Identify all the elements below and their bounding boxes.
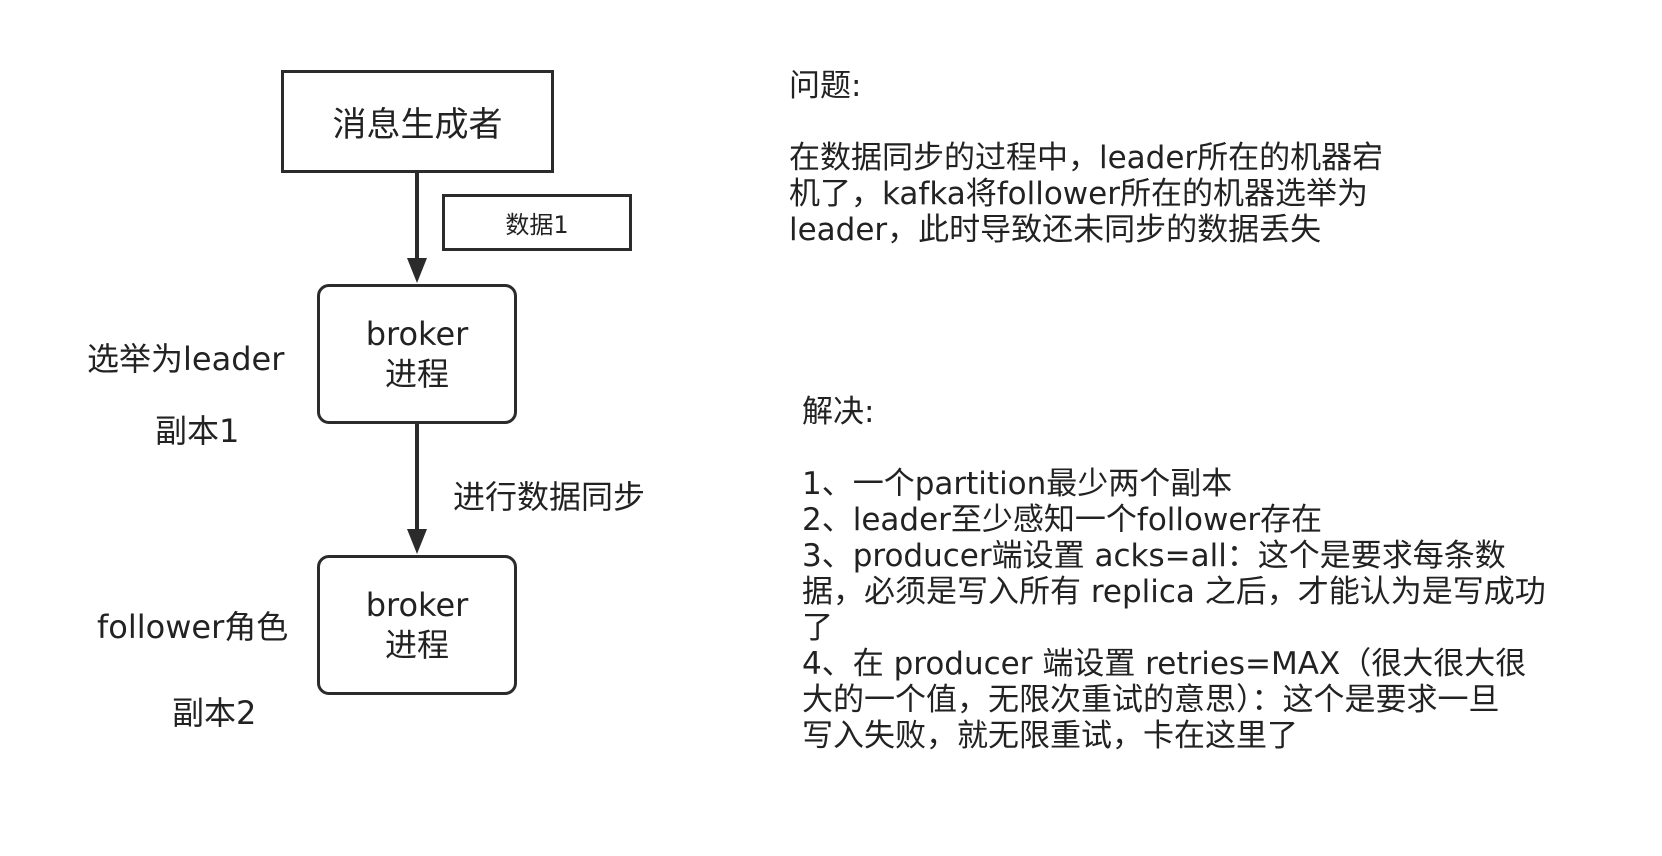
broker-follower-box: broker 进程: [317, 555, 517, 695]
solution-heading: 解决:: [802, 394, 875, 430]
data-tag-box: 数据1: [442, 194, 632, 251]
problem-heading: 问题:: [789, 68, 862, 104]
problem-line: leader，此时导致还未同步的数据丢失: [789, 212, 1322, 248]
solution-line: 写入失败，就无限重试，卡在这里了: [802, 718, 1298, 754]
solution-line: 了: [802, 610, 833, 646]
producer-box: 消息生成者: [281, 70, 554, 173]
solution-line: 4、在 producer 端设置 retries=MAX（很大很大很: [802, 646, 1527, 682]
broker-leader-box: broker 进程: [317, 284, 517, 424]
leader-election-label: 选举为leader: [87, 340, 285, 378]
arrow-broker1-to-broker2: [407, 422, 427, 554]
solution-line: 3、producer端设置 acks=all：这个是要求每条数: [802, 538, 1506, 574]
solution-section: 解决: 1、一个partition最少两个副本 2、leader至少感知一个fo…: [802, 394, 1546, 754]
solution-line: 2、leader至少感知一个follower存在: [802, 502, 1323, 538]
broker-follower-process: 进程: [384, 626, 449, 664]
broker-leader-name: broker: [365, 315, 469, 353]
arrow-producer-to-broker1: [407, 171, 427, 283]
solution-line: 大的一个值，无限次重试的意思）：这个是要求一旦: [802, 682, 1500, 718]
problem-line: 机了，kafka将follower所在的机器选举为: [789, 176, 1368, 212]
replica-2-label: 副本2: [172, 694, 257, 732]
follower-role-label: follower角色: [97, 608, 289, 646]
solution-line: 1、一个partition最少两个副本: [802, 466, 1233, 502]
data-tag-label: 数据1: [505, 211, 569, 239]
problem-line: 在数据同步的过程中，leader所在的机器宕: [789, 140, 1384, 176]
broker-follower-name: broker: [365, 586, 469, 624]
solution-line: 据，必须是写入所有 replica 之后，才能认为是写成功: [802, 574, 1546, 610]
sync-label: 进行数据同步: [453, 478, 646, 516]
replica-1-label: 副本1: [155, 412, 240, 450]
producer-label: 消息生成者: [332, 105, 503, 145]
broker-leader-process: 进程: [384, 355, 449, 393]
problem-section: 问题: 在数据同步的过程中，leader所在的机器宕 机了，kafka将foll…: [789, 68, 1383, 248]
